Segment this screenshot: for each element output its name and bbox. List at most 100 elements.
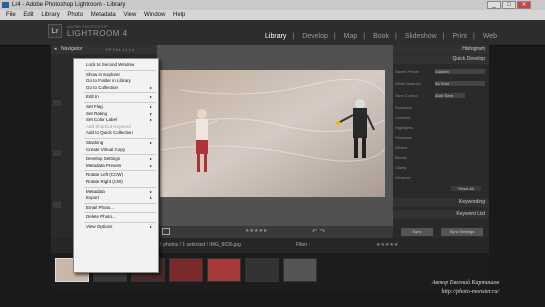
submenu-arrow-icon: ▸ <box>149 195 152 201</box>
context-menu-item[interactable]: Rotate Left (CCW) <box>86 172 123 177</box>
tone-row[interactable]: Blacks <box>395 155 487 160</box>
quick-develop-header[interactable]: Quick Develop <box>393 55 489 64</box>
filter-stars[interactable]: ★★★★★ <box>376 238 398 253</box>
tone-row[interactable]: Shadows <box>395 135 487 140</box>
module-print[interactable]: Print <box>453 33 467 40</box>
context-menu: Lock to Second Window Show in Explorer Go … <box>73 58 159 273</box>
module-book[interactable]: Book <box>373 33 389 40</box>
menu-separator <box>84 170 156 172</box>
main-photo[interactable] <box>160 70 385 197</box>
context-menu-item[interactable]: Set Flag <box>86 104 103 109</box>
context-menu-item: Add Shortcut Keyword <box>86 123 131 129</box>
tone-row[interactable]: Whites <box>395 145 487 150</box>
navigator-zoom-options[interactable]: FIT FILL 1:1 1:4 <box>106 45 134 54</box>
saved-preset-label: Saved Preset <box>395 69 420 74</box>
menu-separator <box>84 102 156 103</box>
close-button[interactable]: ✕ <box>517 1 531 9</box>
module-develop[interactable]: Develop <box>302 33 328 40</box>
histogram-header[interactable]: Histogram <box>393 45 489 54</box>
left-panel-section-marker <box>53 100 61 106</box>
vibrance-label: Vibrance <box>395 175 411 180</box>
module-slideshow[interactable]: Slideshow <box>405 33 437 40</box>
submenu-arrow-icon: ▸ <box>149 188 152 194</box>
background-left <box>0 20 51 307</box>
left-panel-section-marker <box>53 150 61 156</box>
module-web[interactable]: Web <box>483 33 497 40</box>
menu-library[interactable]: Library <box>41 12 59 18</box>
context-menu-item[interactable]: Go to Collection <box>86 85 118 90</box>
reset-all-button[interactable]: Reset All <box>451 186 481 191</box>
filmstrip-thumbnail[interactable] <box>283 258 317 282</box>
filmstrip-info[interactable]: 7 photos / 1 selected / IMG_9636.jpg <box>159 238 241 253</box>
contrast-label: Contrast <box>395 115 411 120</box>
blacks-label: Blacks <box>395 155 407 160</box>
auto-tone-button[interactable]: Auto Tone <box>435 93 465 98</box>
context-menu-item[interactable]: Edit In <box>86 94 99 99</box>
loupe-view-icon[interactable] <box>162 228 170 235</box>
shadows-label: Shadows <box>395 135 412 140</box>
sync-settings-button[interactable]: Sync Settings <box>441 228 483 236</box>
submenu-arrow-icon: ▸ <box>149 94 152 100</box>
menu-photo[interactable]: Photo <box>67 12 83 18</box>
menu-view[interactable]: View <box>123 12 136 18</box>
context-menu-item[interactable]: Export <box>86 195 99 200</box>
tone-row[interactable]: Clarity <box>395 165 487 170</box>
keywording-header[interactable]: Keywording <box>393 198 489 207</box>
context-menu-item[interactable]: Go to Folder in Library <box>86 78 131 83</box>
tone-row[interactable]: Exposure <box>395 105 487 110</box>
context-menu-item[interactable]: Metadata <box>86 189 105 194</box>
rotate-right-icon[interactable]: ↷ <box>320 228 325 235</box>
tone-row[interactable]: Highlights <box>395 125 487 130</box>
submenu-arrow-icon: ▸ <box>149 162 152 168</box>
clarity-label: Clarity <box>395 165 407 170</box>
credit-url: http://photo-monster.ru/ <box>441 289 499 295</box>
minimize-button[interactable]: _ <box>487 1 501 9</box>
tone-row[interactable]: Contrast <box>395 115 487 120</box>
rating-stars[interactable]: ★★★★★ <box>245 228 267 234</box>
context-menu-item[interactable]: View Options <box>86 224 112 229</box>
white-balance-row: White Balance As Shot <box>395 81 487 86</box>
menu-file[interactable]: File <box>6 12 16 18</box>
menubar: File Edit Library Photo Metadata View Wi… <box>0 10 545 20</box>
context-menu-item[interactable]: Develop Settings <box>86 156 120 161</box>
navigator-header[interactable]: ◂ Navigator FIT FILL 1:1 1:4 <box>51 45 157 54</box>
menu-window[interactable]: Window <box>144 12 165 18</box>
app-name: LIGHTROOM 4 <box>67 29 128 38</box>
context-menu-item[interactable]: Set Color Label <box>86 117 117 122</box>
module-map[interactable]: Map <box>344 33 358 40</box>
module-library[interactable]: Library <box>265 33 286 40</box>
context-menu-item[interactable]: Set Rating <box>86 111 107 116</box>
menu-separator <box>84 92 156 94</box>
submenu-arrow-icon: ▸ <box>149 224 152 229</box>
menu-separator <box>84 154 156 156</box>
credit-author: Автор Евгений Карташов <box>431 280 499 286</box>
saved-preset-row: Saved Preset Custom <box>395 69 487 74</box>
menu-help[interactable]: Help <box>173 12 185 18</box>
context-menu-item[interactable]: Stacking <box>86 140 103 145</box>
context-menu-item[interactable]: Show in Explorer <box>86 72 120 77</box>
filmstrip-thumbnail[interactable] <box>207 258 241 282</box>
menu-separator <box>84 138 156 139</box>
sync-button[interactable]: Sync <box>401 228 433 236</box>
maximize-button[interactable]: □ <box>502 1 516 9</box>
context-menu-item[interactable]: Lock to Second Window <box>86 62 134 67</box>
filmstrip-thumbnail[interactable] <box>169 258 203 282</box>
saved-preset-select[interactable]: Custom <box>435 69 485 74</box>
context-menu-item[interactable]: Metadata Presets <box>86 163 121 168</box>
menu-separator <box>84 222 156 223</box>
keyword-list-header[interactable]: Keyword List <box>393 210 489 219</box>
menu-metadata[interactable]: Metadata <box>91 12 116 18</box>
context-menu-item[interactable]: Create Virtual Copy <box>86 147 125 152</box>
tone-row[interactable]: Vibrance <box>395 175 487 180</box>
toolbar: ★★★★★ ↶ ↷ <box>157 226 393 238</box>
context-menu-item[interactable]: Email Photo... <box>86 205 114 210</box>
menu-edit[interactable]: Edit <box>23 12 33 18</box>
white-balance-select[interactable]: As Shot <box>435 81 485 86</box>
context-menu-item[interactable]: Delete Photo... <box>86 214 116 219</box>
context-menu-item[interactable]: Rotate Right (CW) <box>86 179 123 184</box>
rotate-left-icon[interactable]: ↶ <box>312 228 317 235</box>
filmstrip-thumbnail[interactable] <box>245 258 279 282</box>
menu-separator <box>84 212 156 214</box>
submenu-arrow-icon: ▸ <box>149 110 152 116</box>
context-menu-item[interactable]: Add to Quick Collection <box>86 130 133 135</box>
